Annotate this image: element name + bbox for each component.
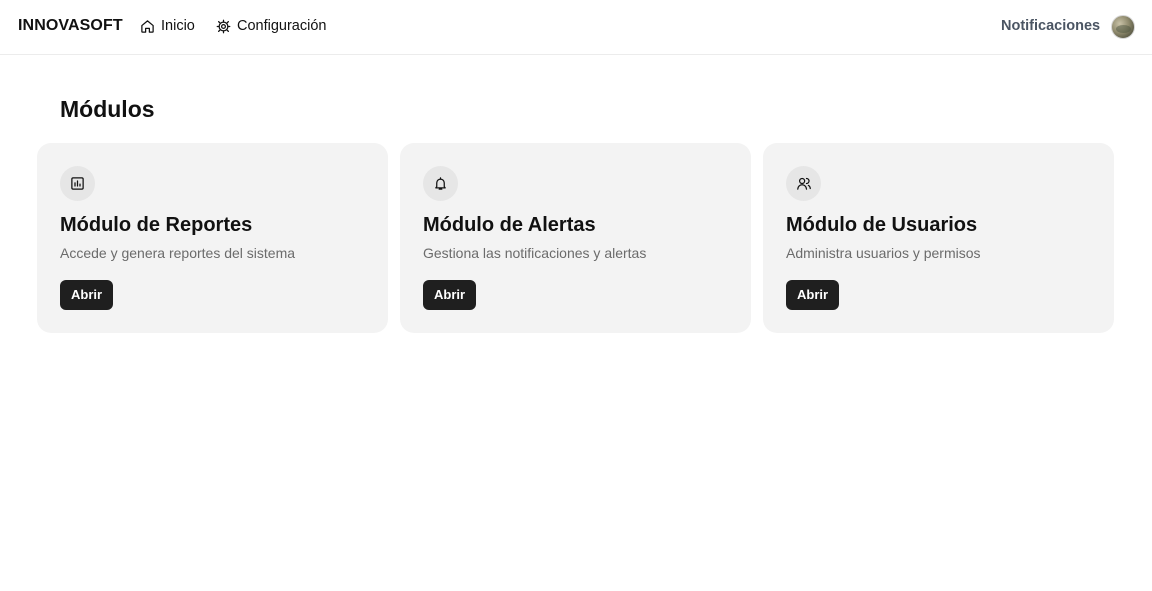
bell-icon bbox=[423, 166, 458, 201]
card-usuarios: Módulo de Usuarios Administra usuarios y… bbox=[763, 143, 1114, 333]
nav-inicio-label: Inicio bbox=[161, 18, 195, 34]
home-icon bbox=[140, 19, 155, 34]
card-description: Accede y genera reportes del sistema bbox=[60, 245, 296, 261]
open-alertas-button[interactable]: Abrir bbox=[423, 280, 477, 310]
page-title: Módulos bbox=[60, 96, 155, 122]
open-reportes-button[interactable]: Abrir bbox=[60, 280, 114, 310]
gear-icon bbox=[216, 19, 231, 34]
notifications-link[interactable]: Notificaciones bbox=[1001, 18, 1100, 34]
bar-chart-icon bbox=[60, 166, 95, 201]
users-icon bbox=[786, 166, 821, 201]
card-alertas: Módulo de Alertas Gestiona las notificac… bbox=[400, 143, 751, 333]
card-description: Gestiona las notificaciones y alertas bbox=[423, 245, 647, 261]
card-reportes: Módulo de Reportes Accede y genera repor… bbox=[37, 143, 388, 333]
open-usuarios-button[interactable]: Abrir bbox=[786, 280, 840, 310]
nav-configuracion-label: Configuración bbox=[237, 18, 327, 34]
top-navbar: INNOVASOFT Inicio Configuración Notifica… bbox=[0, 0, 1152, 55]
user-avatar[interactable] bbox=[1111, 15, 1135, 39]
nav-configuracion[interactable]: Configuración bbox=[216, 18, 326, 34]
brand-logo[interactable]: INNOVASOFT bbox=[18, 17, 123, 35]
nav-inicio[interactable]: Inicio bbox=[140, 18, 195, 34]
card-description: Administra usuarios y permisos bbox=[786, 245, 981, 261]
card-title: Módulo de Alertas bbox=[423, 214, 596, 236]
card-title: Módulo de Reportes bbox=[60, 214, 253, 236]
card-title: Módulo de Usuarios bbox=[786, 214, 978, 236]
